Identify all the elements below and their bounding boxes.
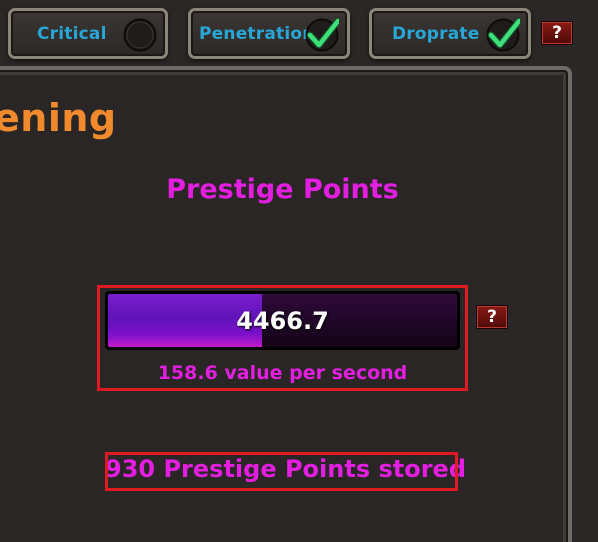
toggle-critical-label: Critical: [37, 23, 107, 44]
toggle-droprate[interactable]: Droprate: [369, 8, 531, 59]
toggle-penetration-label: Penetration: [199, 23, 315, 44]
toggle-penetration[interactable]: Penetration: [188, 8, 350, 59]
question-mark-icon: ?: [552, 23, 562, 43]
checkmark-icon: [305, 18, 339, 52]
toggle-droprate-label: Droprate: [392, 23, 480, 44]
empty-circle-icon: [123, 18, 157, 52]
prestige-heading: Prestige Points: [166, 174, 399, 205]
highlight-box-bar: [97, 285, 468, 391]
question-mark-icon: ?: [487, 307, 497, 327]
help-button[interactable]: ?: [541, 21, 573, 45]
highlight-box-stored: [105, 452, 458, 491]
toggle-critical[interactable]: Critical: [8, 8, 168, 59]
checkmark-icon: [486, 18, 520, 52]
panel-title: ening: [0, 96, 117, 140]
game-screen: Critical Penetration Droprate ? ening Pr…: [0, 0, 598, 542]
help-button[interactable]: ?: [476, 305, 508, 329]
